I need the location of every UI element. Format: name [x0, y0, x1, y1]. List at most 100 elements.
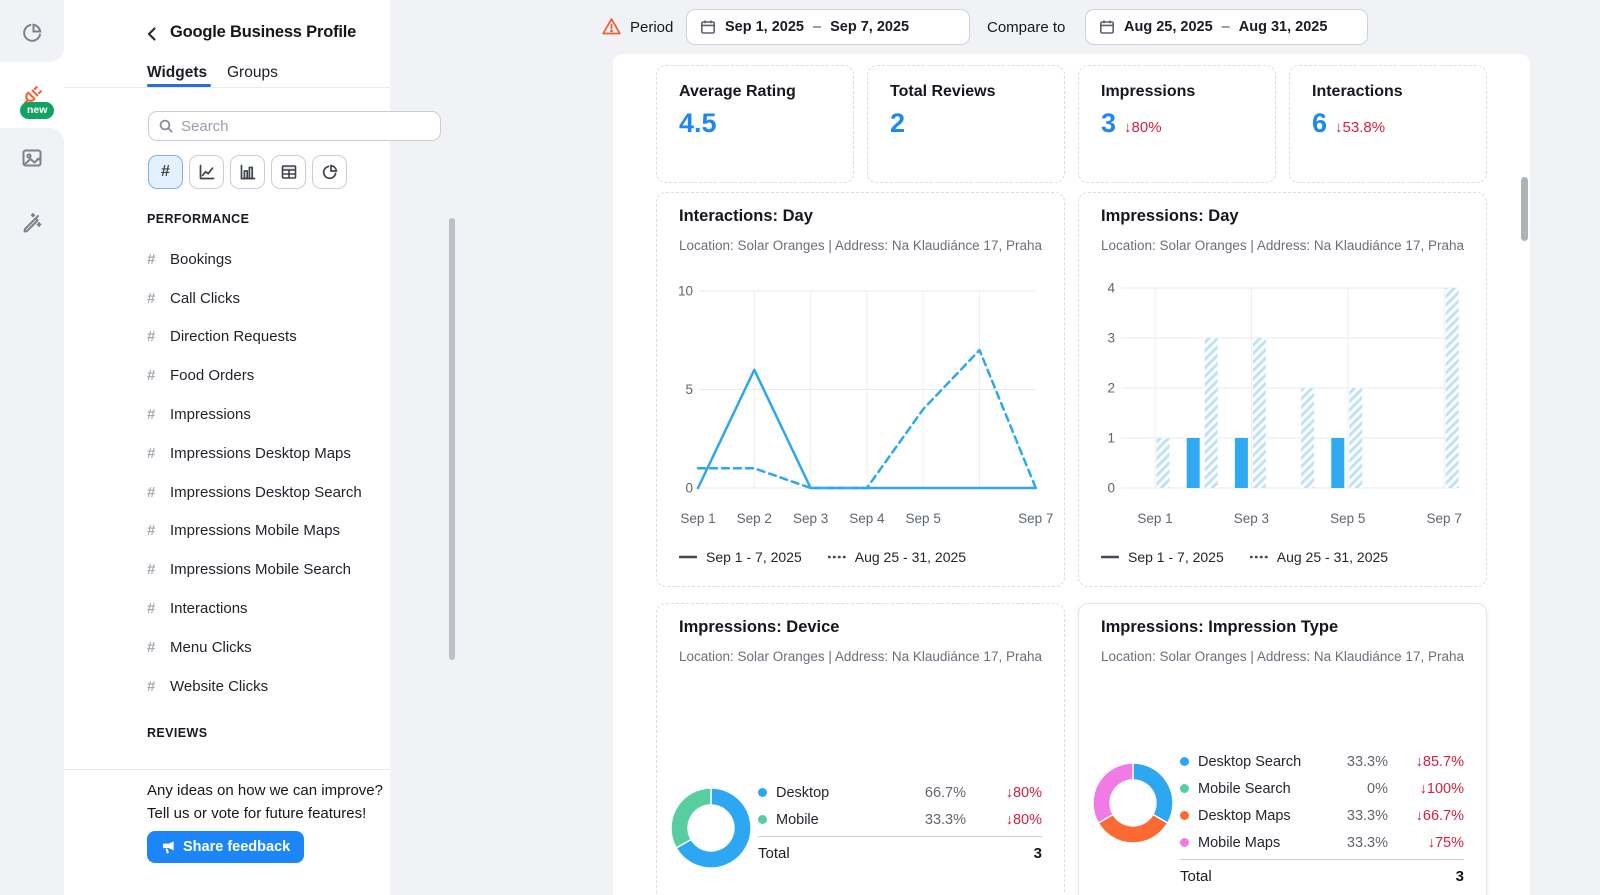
sidebar-item-impressions-desktop-maps[interactable]: # Impressions Desktop Maps: [64, 434, 390, 473]
sidebar-item-label: Bookings: [170, 250, 232, 268]
svg-text:0: 0: [685, 481, 693, 496]
filter-line-widgets[interactable]: [189, 155, 224, 189]
legend-item-sep-1-7-2025: Sep 1 - 7, 2025: [1101, 549, 1224, 565]
dashboard-panel: Average Rating 4.5 Total Reviews 2 Impressio…: [613, 54, 1530, 895]
stat-value: 3: [1101, 108, 1117, 138]
svg-text:Sep 3: Sep 3: [793, 511, 828, 526]
sidebar-item-website-clicks[interactable]: # Website Clicks: [64, 667, 390, 706]
legend-change: ↓75%: [1427, 834, 1464, 851]
filter-bar-widgets[interactable]: [230, 155, 265, 189]
sidebar-item-interactions[interactable]: # Interactions: [64, 589, 390, 628]
filter-number-widgets[interactable]: #: [148, 155, 183, 189]
rail-item-reports[interactable]: [20, 21, 44, 45]
legend-row-mobile-search: Mobile Search 0% ↓100%: [1180, 775, 1464, 802]
number-widget-icon: #: [147, 367, 156, 385]
period-date-picker[interactable]: Sep 1, 2025 – Sep 7, 2025: [686, 9, 970, 45]
legend-row-mobile-maps: Mobile Maps 33.3% ↓75%: [1180, 829, 1464, 856]
megaphone-icon: [161, 840, 176, 855]
sidebar-item-bookings[interactable]: # Bookings: [64, 240, 390, 279]
sidebar-item-impressions[interactable]: # Impressions: [64, 395, 390, 434]
number-widget-icon: #: [147, 289, 156, 307]
date-range-separator: –: [1221, 19, 1230, 35]
stat-card-average-rating[interactable]: Average Rating 4.5: [656, 65, 854, 183]
legend-change: ↓100%: [1419, 780, 1464, 797]
legend-dot: [1180, 757, 1189, 766]
widget-location-subtitle: Location: Solar Oranges | Address: Na Kl…: [1101, 649, 1464, 664]
stat-card-total-reviews[interactable]: Total Reviews 2: [867, 65, 1065, 183]
sidebar-item-impressions-mobile-maps[interactable]: # Impressions Mobile Maps: [64, 512, 390, 551]
compare-date-picker[interactable]: Aug 25, 2025 – Aug 31, 2025: [1085, 9, 1368, 45]
number-widget-icon: #: [147, 677, 156, 695]
main-scrollbar[interactable]: [1521, 177, 1528, 241]
performance-section-heading: PERFORMANCE: [147, 212, 250, 226]
legend-change: ↓80%: [1005, 811, 1042, 828]
legend-divider: [758, 836, 1042, 837]
widget-search[interactable]: [148, 111, 441, 141]
wand-icon: [20, 213, 44, 238]
compare-start-date: Aug 25, 2025: [1124, 19, 1213, 35]
widget-title: Impressions: Day: [1101, 207, 1239, 225]
legend-row-desktop-search: Desktop Search 33.3% ↓85.7%: [1180, 748, 1464, 775]
widget-impressions-day[interactable]: Impressions: Day Location: Solar Oranges…: [1078, 192, 1487, 587]
svg-text:Sep 1: Sep 1: [1137, 511, 1172, 526]
widget-impressions-type[interactable]: Impressions: Impression Type Location: S…: [1078, 603, 1487, 895]
legend-dot: [1180, 784, 1189, 793]
donut-chart: [670, 787, 752, 869]
pie-chart-icon: [321, 163, 339, 181]
share-feedback-button[interactable]: Share feedback: [147, 831, 305, 863]
sidebar-item-impressions-desktop-search[interactable]: # Impressions Desktop Search: [64, 473, 390, 512]
legend-label: Desktop Maps: [1198, 807, 1291, 824]
filter-table-widgets[interactable]: [271, 155, 306, 189]
donut-legend: Desktop 66.7% ↓80% Mobile 33.3% ↓80% Total 3: [758, 779, 1042, 862]
widget-interactions-day[interactable]: Interactions: Day Location: Solar Orange…: [656, 192, 1065, 587]
svg-text:2: 2: [1107, 381, 1115, 396]
sidebar-item-direction-requests[interactable]: # Direction Requests: [64, 318, 390, 357]
tab-widgets[interactable]: Widgets: [147, 64, 207, 82]
legend-label: Desktop Search: [1198, 753, 1302, 770]
rail-item-media[interactable]: [20, 146, 44, 170]
image-icon: [20, 149, 44, 174]
stat-card-interactions[interactable]: Interactions 6 ↓53.8%: [1289, 65, 1487, 183]
legend-divider: [1180, 859, 1464, 860]
legend-label: Aug 25 - 31, 2025: [1276, 549, 1389, 565]
stat-value: 4.5: [679, 108, 717, 138]
feedback-panel: Any ideas on how we can improve? Tell us…: [64, 769, 390, 895]
sidebar-item-food-orders[interactable]: # Food Orders: [64, 356, 390, 395]
sidebar-item-call-clicks[interactable]: # Call Clicks: [64, 279, 390, 318]
total-value: 3: [1455, 868, 1464, 885]
search-input[interactable]: [181, 117, 431, 135]
bar-chart: 0 1 2 3 4 Sep 1 Sep 3 Sep 5 Sep 7: [1107, 281, 1462, 527]
stat-title: Interactions: [1312, 83, 1403, 100]
reviews-section-heading: REVIEWS: [147, 726, 208, 740]
sidebar-item-label: Impressions Desktop Search: [170, 483, 362, 501]
filter-pie-widgets[interactable]: [312, 155, 347, 189]
rail-item-tools[interactable]: [20, 210, 44, 234]
svg-text:Sep 7: Sep 7: [1427, 511, 1462, 526]
total-label: Total: [758, 845, 790, 862]
svg-text:10: 10: [678, 284, 693, 299]
sidebar-item-label: Impressions Desktop Maps: [170, 444, 351, 462]
new-badge: new: [20, 102, 55, 119]
back-button[interactable]: [142, 24, 162, 44]
sidebar-scrollbar[interactable]: [449, 218, 455, 660]
stat-value: 6: [1312, 108, 1328, 138]
tab-groups[interactable]: Groups: [227, 64, 278, 82]
sidebar-item-impressions-mobile-search[interactable]: # Impressions Mobile Search: [64, 550, 390, 589]
svg-text:Sep 5: Sep 5: [1330, 511, 1365, 526]
legend-percent: 33.3%: [1346, 807, 1388, 824]
rail-bottom-block: [0, 128, 64, 895]
total-label: Total: [1180, 868, 1212, 885]
widget-title: Interactions: Day: [679, 207, 813, 225]
legend-change: ↓66.7%: [1415, 807, 1464, 824]
period-start-date: Sep 1, 2025: [725, 19, 804, 35]
performance-list: # Bookings # Call Clicks # Direction Requests…: [64, 240, 390, 706]
widget-impressions-device[interactable]: Impressions: Device Location: Solar Oran…: [656, 603, 1065, 895]
search-icon: [158, 118, 174, 134]
legend-row-desktop: Desktop 66.7% ↓80%: [758, 779, 1042, 806]
legend-percent: 0%: [1367, 780, 1388, 797]
sidebar-item-label: Direction Requests: [170, 328, 297, 346]
compare-to-label: Compare to: [987, 19, 1066, 36]
sidebar-item-label: Impressions Mobile Search: [170, 561, 351, 579]
sidebar-item-menu-clicks[interactable]: # Menu Clicks: [64, 628, 390, 667]
stat-card-impressions[interactable]: Impressions 3 ↓80%: [1078, 65, 1276, 183]
